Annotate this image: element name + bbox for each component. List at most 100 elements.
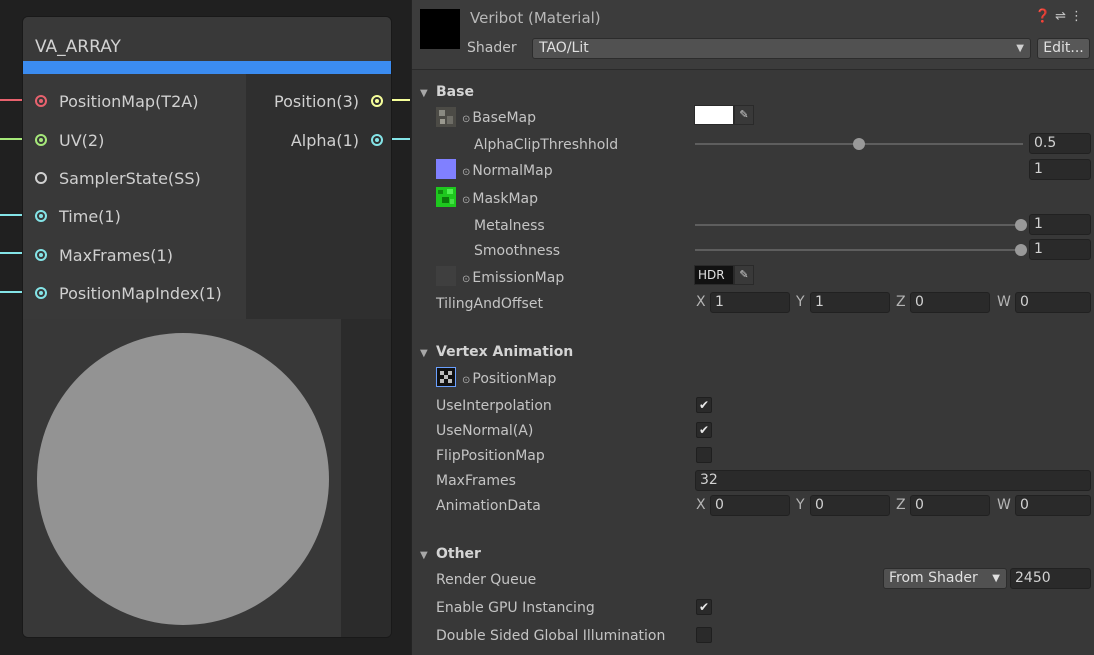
alpha-clip-label: AlphaClipThreshhold xyxy=(474,137,619,153)
port-float-icon[interactable] xyxy=(35,287,47,299)
render-queue-field[interactable]: 2450 xyxy=(1010,568,1091,589)
anim-y-label: Y xyxy=(796,497,805,513)
normalmap-thumbnail[interactable] xyxy=(436,159,456,179)
use-interpolation-checkbox[interactable]: ✔ xyxy=(696,397,712,413)
checker-texture-icon xyxy=(437,368,455,386)
section-title: Base xyxy=(436,84,474,100)
anim-x-field[interactable]: 0 xyxy=(710,495,790,516)
texture-icon xyxy=(436,107,456,127)
header-icons: ❓⇌⋮ xyxy=(1035,9,1087,24)
shader-label: Shader xyxy=(467,40,517,56)
port-label: PositionMapIndex(1) xyxy=(59,284,222,303)
port-float-icon[interactable] xyxy=(35,210,47,222)
port-float-icon[interactable] xyxy=(371,134,383,146)
alpha-clip-field[interactable]: 0.5 xyxy=(1029,133,1091,154)
va-array-node[interactable]: VA_ARRAY PositionMap(T2A) UV(2) SamplerS… xyxy=(22,16,392,638)
emission-hdr-swatch[interactable]: HDR xyxy=(694,265,734,285)
object-picker-icon[interactable]: ⊙ xyxy=(462,114,470,125)
eyedropper-icon[interactable]: ✎ xyxy=(734,105,754,125)
basemap-color-swatch[interactable] xyxy=(694,105,734,125)
normal-strength-field[interactable]: 1 xyxy=(1029,159,1091,180)
normalmap-text: NormalMap xyxy=(472,163,553,179)
section-title: Other xyxy=(436,546,481,562)
anim-w-field[interactable]: 0 xyxy=(1015,495,1091,516)
tiling-z-field[interactable]: 0 xyxy=(910,292,990,313)
max-frames-field[interactable]: 32 xyxy=(695,470,1091,491)
port-label: PositionMap(T2A) xyxy=(59,92,199,111)
maskmap-text: MaskMap xyxy=(472,191,538,207)
input-port-uv[interactable]: UV(2) xyxy=(35,129,104,153)
dsgi-checkbox[interactable] xyxy=(696,627,712,643)
port-label: SamplerState(SS) xyxy=(59,169,201,188)
alpha-clip-slider-knob[interactable] xyxy=(853,138,865,150)
node-ports: PositionMap(T2A) UV(2) SamplerState(SS) … xyxy=(23,74,391,319)
port-label: MaxFrames(1) xyxy=(59,246,173,265)
metalness-slider-knob[interactable] xyxy=(1015,219,1027,231)
maskmap-thumbnail[interactable] xyxy=(436,187,456,207)
input-port-time[interactable]: Time(1) xyxy=(35,205,121,229)
input-port-max-frames[interactable]: MaxFrames(1) xyxy=(35,244,173,268)
more-icon[interactable]: ⋮ xyxy=(1070,9,1087,24)
triangle-down-icon: ▼ xyxy=(420,348,428,359)
material-inspector: Veribot (Material) ❓⇌⋮ Shader TAO/Lit ▼ … xyxy=(411,0,1094,655)
maskmap-label: ⊙ MaskMap xyxy=(462,190,538,208)
tiling-w-field[interactable]: 0 xyxy=(1015,292,1091,313)
basemap-thumbnail[interactable] xyxy=(436,107,456,127)
object-picker-icon[interactable]: ⊙ xyxy=(462,375,470,386)
help-icon[interactable]: ❓ xyxy=(1035,9,1055,24)
input-port-sampler-state[interactable]: SamplerState(SS) xyxy=(35,167,201,191)
port-vector2-icon[interactable] xyxy=(35,134,47,146)
material-preview-thumbnail[interactable] xyxy=(420,9,460,49)
port-label: Position(3) xyxy=(274,92,359,111)
output-port-position[interactable]: Position(3) xyxy=(274,90,383,114)
port-sampler-empty-icon[interactable] xyxy=(35,172,47,184)
node-title: VA_ARRAY xyxy=(23,17,391,61)
section-base-header[interactable]: ▼ Base xyxy=(420,83,474,101)
eyedropper-icon[interactable]: ✎ xyxy=(734,265,754,285)
input-port-position-map[interactable]: PositionMap(T2A) xyxy=(35,90,198,114)
metalness-slider-track[interactable] xyxy=(695,224,1023,226)
object-picker-icon[interactable]: ⊙ xyxy=(462,195,470,206)
positionmap-text: PositionMap xyxy=(472,371,557,387)
port-texture-icon[interactable] xyxy=(35,95,47,107)
render-queue-mode-dropdown[interactable]: From Shader ▼ xyxy=(883,568,1007,589)
input-port-position-map-index[interactable]: PositionMapIndex(1) xyxy=(35,282,222,306)
positionmap-label: ⊙ PositionMap xyxy=(462,370,556,388)
section-vertex-animation-header[interactable]: ▼ Vertex Animation xyxy=(420,343,573,361)
shader-graph-canvas[interactable]: VA_ARRAY PositionMap(T2A) UV(2) SamplerS… xyxy=(0,0,410,655)
smoothness-slider-knob[interactable] xyxy=(1015,244,1027,256)
flip-position-map-checkbox[interactable] xyxy=(696,447,712,463)
gpu-instancing-checkbox[interactable]: ✔ xyxy=(696,599,712,615)
object-picker-icon[interactable]: ⊙ xyxy=(462,274,470,285)
port-label: UV(2) xyxy=(59,131,105,150)
input-ports: PositionMap(T2A) UV(2) SamplerState(SS) … xyxy=(23,74,246,319)
anim-y-field[interactable]: 0 xyxy=(810,495,890,516)
port-float-icon[interactable] xyxy=(35,249,47,261)
metalness-field[interactable]: 1 xyxy=(1029,214,1091,235)
port-vector3-icon[interactable] xyxy=(371,95,383,107)
tiling-y-field[interactable]: 1 xyxy=(810,292,890,313)
positionmap-thumbnail[interactable] xyxy=(436,367,456,387)
chevron-down-icon: ▼ xyxy=(1016,43,1024,54)
anim-z-field[interactable]: 0 xyxy=(910,495,990,516)
tiling-x-field[interactable]: 1 xyxy=(710,292,790,313)
use-normal-checkbox[interactable]: ✔ xyxy=(696,422,712,438)
animation-data-label: AnimationData xyxy=(436,498,541,514)
smoothness-slider-track[interactable] xyxy=(695,249,1023,251)
shader-value: TAO/Lit xyxy=(539,40,589,56)
shader-dropdown[interactable]: TAO/Lit ▼ xyxy=(532,38,1031,59)
emissionmap-thumbnail[interactable] xyxy=(436,266,456,286)
tiling-offset-label: TilingAndOffset xyxy=(436,296,543,312)
node-preview xyxy=(23,319,391,637)
preview-area[interactable] xyxy=(23,319,341,637)
section-other-header[interactable]: ▼ Other xyxy=(420,545,481,563)
object-picker-icon[interactable]: ⊙ xyxy=(462,167,470,178)
node-accent-bar xyxy=(23,61,391,74)
gpu-instancing-label: Enable GPU Instancing xyxy=(436,600,595,616)
output-port-alpha[interactable]: Alpha(1) xyxy=(291,129,383,153)
smoothness-field[interactable]: 1 xyxy=(1029,239,1091,260)
max-frames-label: MaxFrames xyxy=(436,473,516,489)
edit-shader-button[interactable]: Edit... xyxy=(1037,38,1090,59)
normalmap-label: ⊙ NormalMap xyxy=(462,162,553,180)
presets-icon[interactable]: ⇌ xyxy=(1055,9,1070,24)
